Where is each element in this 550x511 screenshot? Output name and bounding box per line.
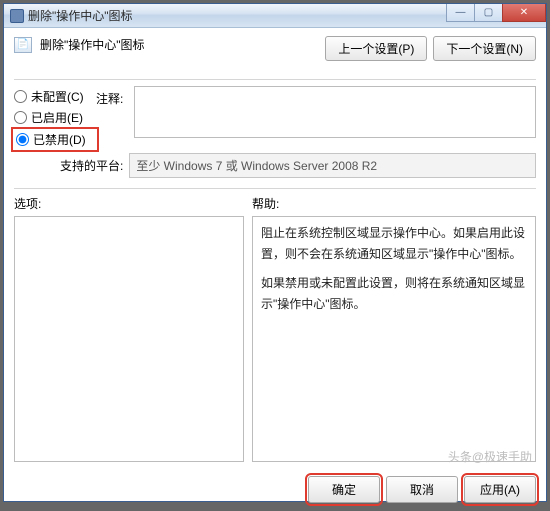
help-label: 帮助: (252, 195, 536, 212)
platform-label: 支持的平台: (60, 157, 123, 174)
comment-textarea[interactable] (134, 86, 536, 138)
comment-label: 注释: (96, 86, 134, 107)
radio-disabled-label: 已禁用(D) (33, 131, 86, 148)
radio-disabled-input[interactable] (16, 133, 29, 146)
platform-text: 至少 Windows 7 或 Windows Server 2008 R2 (129, 153, 536, 178)
window-title: 删除"操作中心"图标 (28, 7, 133, 24)
radio-not-configured-input[interactable] (14, 90, 27, 103)
window-buttons: — ▢ ✕ (446, 4, 546, 27)
policy-title: 删除"操作中心"图标 (40, 36, 145, 53)
help-panel: 阻止在系统控制区域显示操作中心。如果启用此设置，则不会在系统通知区域显示"操作中… (252, 216, 536, 462)
options-label: 选项: (14, 195, 252, 212)
close-button[interactable]: ✕ (502, 4, 546, 22)
help-paragraph-1: 阻止在系统控制区域显示操作中心。如果启用此设置，则不会在系统通知区域显示"操作中… (261, 223, 527, 265)
header: 删除"操作中心"图标 (14, 36, 145, 53)
options-panel (14, 216, 244, 462)
apply-button[interactable]: 应用(A) (464, 476, 536, 503)
maximize-button[interactable]: ▢ (474, 4, 502, 22)
minimize-button[interactable]: — (446, 4, 474, 22)
radio-enabled[interactable]: 已启用(E) (14, 109, 96, 126)
radio-disabled[interactable]: 已禁用(D) (14, 130, 96, 149)
divider-2 (14, 188, 536, 189)
next-setting-button[interactable]: 下一个设置(N) (433, 36, 536, 61)
divider (14, 79, 536, 80)
help-paragraph-2: 如果禁用或未配置此设置，则将在系统通知区域显示"操作中心"图标。 (261, 273, 527, 315)
titlebar: 删除"操作中心"图标 — ▢ ✕ (4, 4, 546, 28)
dialog-window: 删除"操作中心"图标 — ▢ ✕ 删除"操作中心"图标 上一个设置(P) 下一个… (3, 3, 547, 502)
column-headers: 选项: 帮助: (14, 195, 536, 212)
window-title-wrap: 删除"操作中心"图标 (10, 7, 446, 24)
cancel-button[interactable]: 取消 (386, 476, 458, 503)
prev-setting-button[interactable]: 上一个设置(P) (325, 36, 427, 61)
radio-not-configured[interactable]: 未配置(C) (14, 88, 96, 105)
radio-enabled-label: 已启用(E) (31, 109, 83, 126)
radio-enabled-input[interactable] (14, 111, 27, 124)
policy-icon (14, 37, 32, 53)
app-icon (10, 9, 24, 23)
content-area: 删除"操作中心"图标 上一个设置(P) 下一个设置(N) 未配置(C) 已启用(… (4, 28, 546, 468)
nav-buttons: 上一个设置(P) 下一个设置(N) (325, 36, 536, 61)
radio-not-configured-label: 未配置(C) (31, 88, 84, 105)
radio-group: 未配置(C) 已启用(E) 已禁用(D) (14, 86, 96, 149)
ok-button[interactable]: 确定 (308, 476, 380, 503)
